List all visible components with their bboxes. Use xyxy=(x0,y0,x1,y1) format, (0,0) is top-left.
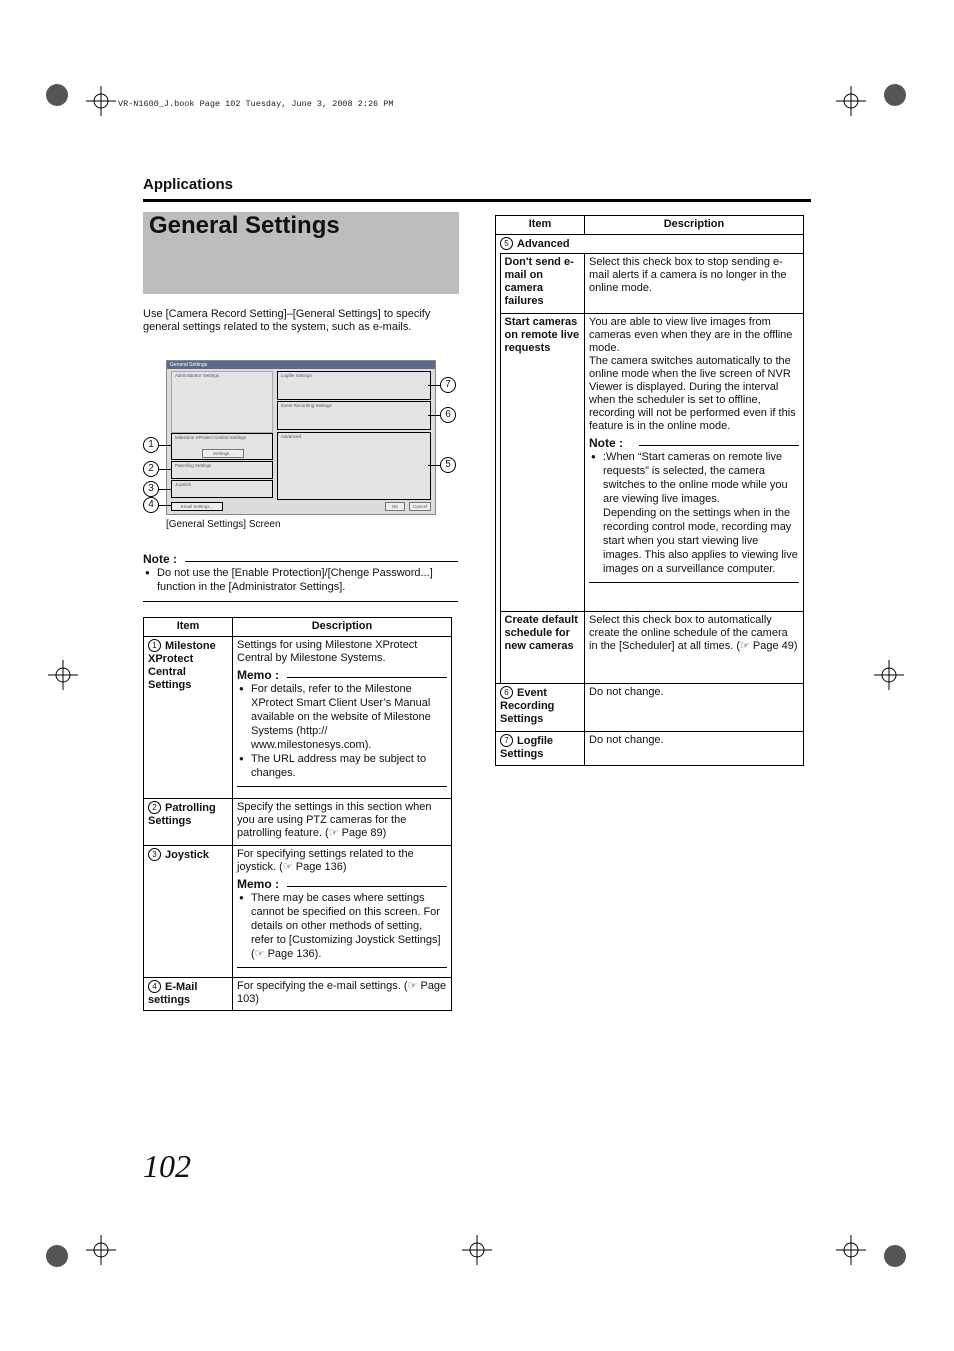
page-title: General Settings xyxy=(149,212,340,239)
event-group: Event Recording Settings xyxy=(277,401,431,430)
group-label: Advanced xyxy=(281,434,302,439)
sub-item-description: Select this check box to automatically c… xyxy=(584,611,804,684)
item-description: For specifying settings related to the j… xyxy=(237,848,414,873)
crosshair-icon xyxy=(86,86,116,116)
item-number: 5 xyxy=(500,237,513,250)
memo-heading: Memo : xyxy=(237,669,447,682)
divider xyxy=(143,199,811,202)
table-row: 5 Advanced xyxy=(495,234,804,254)
sub-item-label: Don't send e-mail on camera failures xyxy=(499,253,585,314)
item-label: Joystick xyxy=(165,849,210,861)
item-description: Do not change. xyxy=(584,731,804,766)
memo-item: The URL address may be subject to change… xyxy=(237,752,447,780)
item-description: For specifying the e-mail settings. (☞ P… xyxy=(232,977,452,1011)
memo-item: There may be cases where settings cannot… xyxy=(237,891,447,961)
general-settings-dialog-screenshot: General Settings Administrator Settings … xyxy=(166,360,436,515)
callout-3: 3 xyxy=(143,481,159,497)
page-number: 102 xyxy=(143,1148,191,1184)
manual-page: VR-N1600_J.book Page 102 Tuesday, June 3… xyxy=(0,0,954,1351)
group-label: Joystick xyxy=(175,482,192,487)
registration-mark-icon xyxy=(884,84,906,106)
settings-button[interactable]: Settings... xyxy=(202,449,244,458)
group-label: Patrolling Settings xyxy=(175,463,212,468)
crosshair-icon xyxy=(836,1235,866,1265)
table-row: Start cameras on remote live requests Yo… xyxy=(496,313,804,612)
note-item: :When “Start cameras on remote live requ… xyxy=(589,450,799,576)
crosshair-icon xyxy=(86,1235,116,1265)
patrol-group: Patrolling Settings xyxy=(171,461,273,479)
ok-button[interactable]: OK xyxy=(385,502,405,511)
table-row: 6 Event Recording Settings Do not change. xyxy=(495,683,804,732)
note-heading: Note : xyxy=(589,437,799,450)
note-heading: Note : xyxy=(143,552,177,566)
email-settings-button[interactable]: Email Settings... xyxy=(171,502,223,511)
registration-mark-icon xyxy=(46,84,68,106)
joystick-group: Joystick xyxy=(171,480,273,498)
intro-text: Use [Camera Record Setting]–[General Set… xyxy=(143,308,431,333)
item-number: 7 xyxy=(500,734,513,747)
note-item: Do not use the [Enable Protection]/[Chen… xyxy=(143,566,458,594)
item-number: 2 xyxy=(148,801,161,814)
callout-5: 5 xyxy=(440,457,456,473)
print-imprint: VR-N1600_J.book Page 102 Tuesday, June 3… xyxy=(118,99,394,109)
sub-item-label: Create default schedule for new cameras xyxy=(499,611,585,684)
title-box: General Settings xyxy=(143,212,459,294)
table-row: 1 Milestone XProtect Central Settings Set… xyxy=(143,636,452,799)
memo-item: For details, refer to the Milestone XPro… xyxy=(237,682,447,752)
sub-item-description: Select this check box to stop sending e-… xyxy=(584,253,804,314)
note-box: Note : Do not use the [Enable Protection… xyxy=(143,552,458,602)
item-number: 3 xyxy=(148,848,161,861)
item-label: Advanced xyxy=(517,238,570,250)
crosshair-icon xyxy=(836,86,866,116)
dialog-title: General Settings xyxy=(167,361,435,369)
sub-item-description: You are able to view live images from ca… xyxy=(589,316,796,432)
item-number: 6 xyxy=(500,686,513,699)
group-label: Milestone XProtect Central Settings xyxy=(175,435,247,440)
figure-caption: [General Settings] Screen xyxy=(166,519,281,530)
callout-4: 4 xyxy=(143,497,159,513)
item-number: 1 xyxy=(148,639,161,652)
registration-mark-icon xyxy=(884,1245,906,1267)
advanced-group: Advanced xyxy=(277,432,431,500)
crosshair-icon xyxy=(48,660,78,690)
milestone-group: Milestone XProtect Central Settings Setti… xyxy=(171,433,273,460)
group-label: Administrator Settings xyxy=(175,373,220,378)
table-row: 7 Logfile Settings Do not change. xyxy=(495,731,804,766)
callout-1: 1 xyxy=(143,437,159,453)
item-description: Specify the settings in this section whe… xyxy=(232,798,452,846)
column-header: Item xyxy=(143,617,233,637)
table-row: 4 E-Mail settings For specifying the e-ma… xyxy=(143,977,452,1011)
callout-6: 6 xyxy=(440,407,456,423)
table-row: Don't send e-mail on camera failures Sel… xyxy=(495,253,804,684)
group-label: Event Recording Settings xyxy=(281,403,332,408)
item-number: 4 xyxy=(148,980,161,993)
crosshair-icon xyxy=(874,660,904,690)
callout-7: 7 xyxy=(440,377,456,393)
logfile-group: Logfile Settings xyxy=(277,371,431,400)
table-row: 3 Joystick For specifying settings relate… xyxy=(143,845,452,978)
cancel-button[interactable]: Cancel xyxy=(409,502,431,511)
column-header: Description xyxy=(584,215,804,235)
group-label: Logfile Settings xyxy=(281,373,312,378)
left-item-table: Item Description 1 Milestone XProtect Cent… xyxy=(143,617,452,1011)
right-item-table: Item Description 5 Advanced Don't send e-m… xyxy=(495,215,804,766)
admin-group: Administrator Settings xyxy=(171,371,273,433)
callout-2: 2 xyxy=(143,461,159,477)
table-row: Create default schedule for new cameras … xyxy=(496,611,804,684)
column-header: Item xyxy=(495,215,585,235)
section-heading: Applications xyxy=(143,176,234,193)
item-description: Do not change. xyxy=(584,683,804,732)
column-header: Description xyxy=(232,617,452,637)
item-description: Settings for using Milestone XProtect Ce… xyxy=(237,639,418,664)
crosshair-icon xyxy=(462,1235,492,1265)
memo-heading: Memo : xyxy=(237,878,447,891)
registration-mark-icon xyxy=(46,1245,68,1267)
table-row: 2 Patrolling Settings Specify the setting… xyxy=(143,798,452,846)
sub-item-label: Start cameras on remote live requests xyxy=(499,313,585,612)
